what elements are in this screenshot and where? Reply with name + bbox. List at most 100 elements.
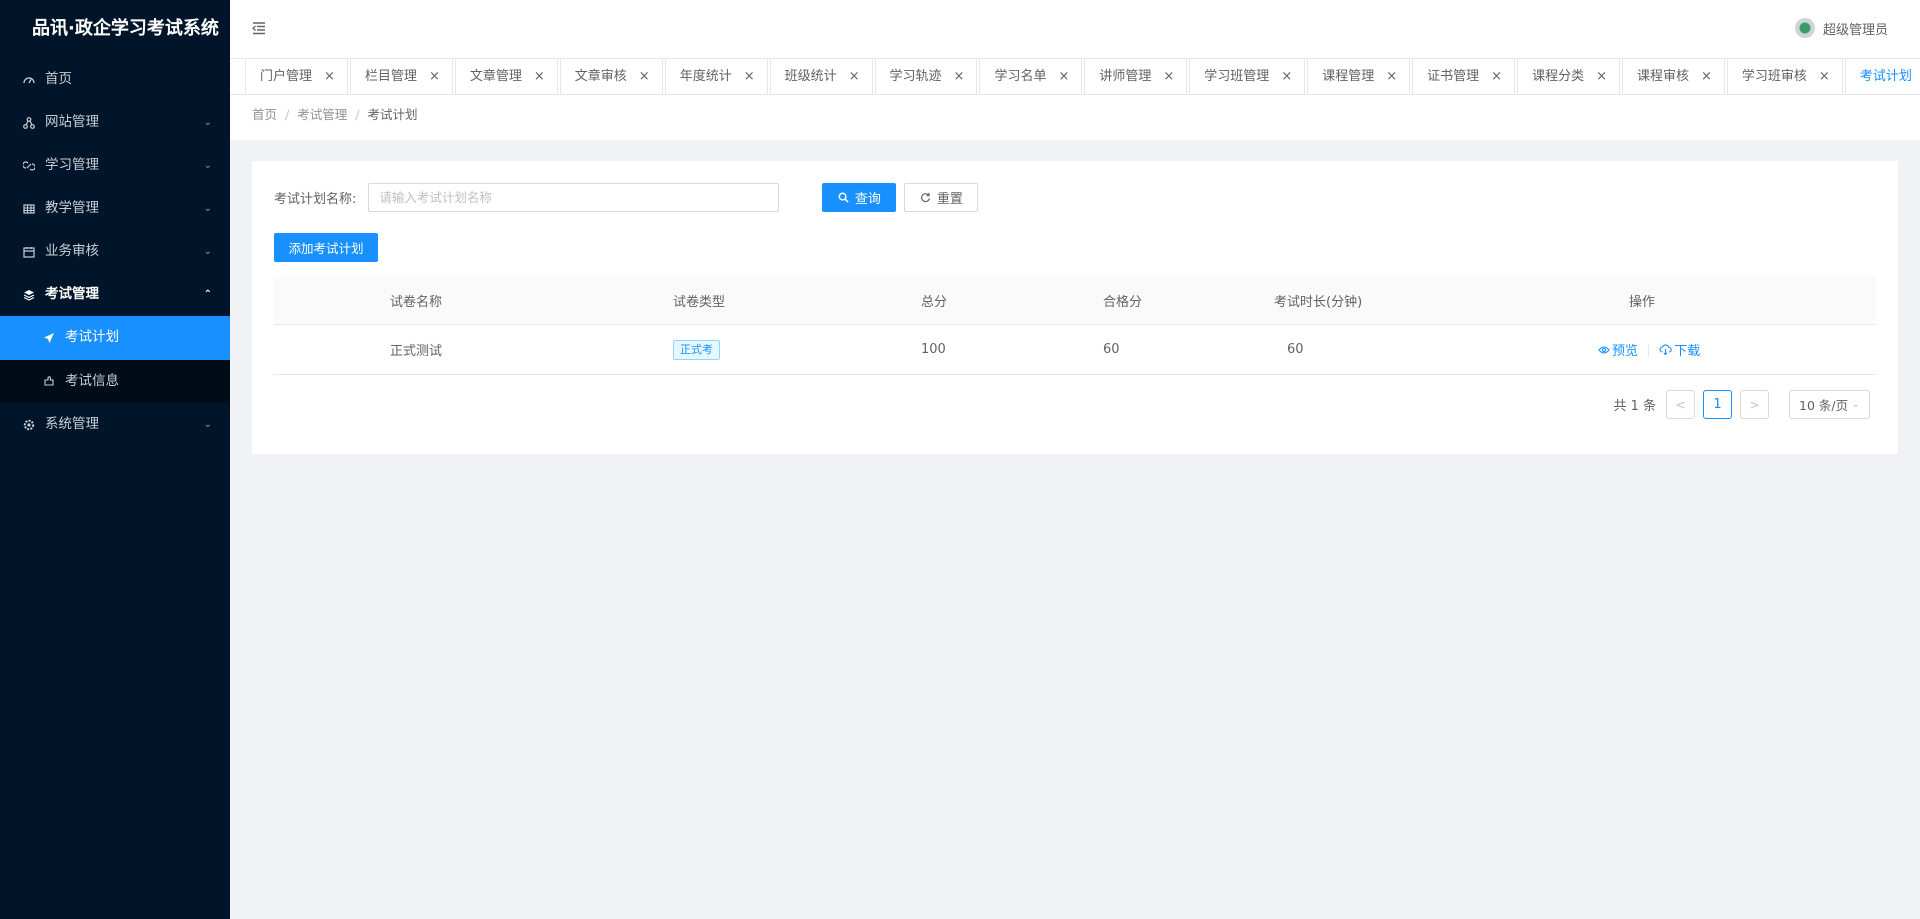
- download-label: 下载: [1674, 343, 1701, 359]
- sidebar-item-home[interactable]: 首页: [0, 58, 230, 101]
- tab-label: 学习班审核: [1741, 68, 1807, 84]
- tab-article-audit[interactable]: 文章审核 ×: [559, 58, 663, 94]
- tab-article[interactable]: 文章管理 ×: [454, 58, 558, 94]
- search-form: 考试计划名称: 查询 重置: [274, 183, 979, 212]
- sidebar-item-audit[interactable]: 业务审核 ⌄: [0, 230, 230, 273]
- close-icon[interactable]: ×: [639, 60, 650, 94]
- menu-fold-icon[interactable]: [250, 19, 270, 39]
- close-icon[interactable]: ×: [1819, 60, 1830, 94]
- send-icon: [42, 331, 55, 344]
- cloud-download-icon: [1659, 344, 1673, 355]
- pagination: 共 1 条 < 1 > 10 条/页 ⌄: [1613, 390, 1870, 419]
- close-icon[interactable]: ×: [534, 60, 545, 94]
- layers-icon: [22, 288, 35, 301]
- close-icon[interactable]: ×: [1058, 60, 1069, 94]
- tab-annual-stats[interactable]: 年度统计 ×: [664, 58, 768, 94]
- breadcrumb-current: 考试计划: [367, 107, 418, 122]
- exam-submenu: 考试计划 考试信息: [0, 316, 230, 403]
- search-button-label: 查询: [854, 191, 881, 206]
- sidebar-item-label: 业务审核: [45, 243, 99, 259]
- close-icon[interactable]: ×: [1386, 60, 1397, 94]
- breadcrumb: 首页 / 考试管理 / 考试计划: [230, 95, 1920, 140]
- tabs-bar: 门户管理 × 栏目管理 × 文章管理 × 文章审核 × 年度统计 × 班级统计 × 学习轨迹…: [230, 58, 1920, 95]
- actions-cell: 预览 下载: [1598, 340, 1700, 359]
- content-card: 考试计划名称: 查询 重置 添加考试计划 试卷名称 试卷类型 总分 合格分 考试…: [252, 161, 1898, 454]
- sidebar-item-exam[interactable]: 考试管理 ⌃: [0, 273, 230, 316]
- puzzle-icon: [42, 375, 55, 388]
- page-size-value: 10 条/页: [1799, 398, 1849, 413]
- tab-label: 考试计划: [1859, 68, 1912, 84]
- sidebar-item-system[interactable]: 系统管理 ⌄: [0, 403, 230, 446]
- tab-label: 课程管理: [1322, 68, 1375, 84]
- add-exam-plan-button[interactable]: 添加考试计划: [274, 233, 378, 262]
- chevron-down-icon: ⌄: [203, 117, 212, 128]
- tab-study-class[interactable]: 学习班管理 ×: [1189, 58, 1306, 94]
- search-icon: [838, 192, 849, 203]
- avatar: [1794, 18, 1815, 38]
- sidebar-item-website[interactable]: 网站管理 ⌄: [0, 101, 230, 144]
- page-size-select[interactable]: 10 条/页 ⌄: [1789, 390, 1870, 419]
- breadcrumb-parent[interactable]: 考试管理: [297, 107, 347, 122]
- close-icon[interactable]: ×: [324, 60, 335, 94]
- tab-portal[interactable]: 门户管理 ×: [245, 58, 348, 94]
- tab-certificate[interactable]: 证书管理 ×: [1412, 58, 1516, 94]
- reset-button[interactable]: 重置: [904, 183, 979, 212]
- close-icon[interactable]: ×: [1163, 60, 1174, 94]
- close-icon[interactable]: ×: [744, 60, 755, 94]
- page-number-button[interactable]: 1: [1703, 390, 1732, 419]
- total-score-cell: 100: [921, 342, 946, 357]
- chevron-left-icon: <: [1675, 397, 1686, 412]
- tab-label: 年度统计: [679, 68, 732, 84]
- tab-lecturer[interactable]: 讲师管理 ×: [1084, 58, 1188, 94]
- tab-learning-track[interactable]: 学习轨迹 ×: [874, 58, 978, 94]
- tab-label: 班级统计: [784, 68, 837, 84]
- search-label: 考试计划名称:: [274, 192, 357, 207]
- close-icon[interactable]: ×: [1701, 60, 1712, 94]
- tab-course-category[interactable]: 课程分类 ×: [1517, 58, 1620, 94]
- prev-page-button[interactable]: <: [1666, 390, 1695, 419]
- breadcrumb-separator: /: [355, 107, 360, 122]
- tab-course-audit[interactable]: 课程审核 ×: [1621, 58, 1725, 94]
- sidebar-item-exam-info[interactable]: 考试信息: [0, 360, 230, 404]
- sidebar-item-label: 学习管理: [45, 157, 99, 173]
- user-menu[interactable]: 超级管理员: [1794, 18, 1888, 38]
- close-icon[interactable]: ×: [1281, 60, 1292, 94]
- close-icon[interactable]: ×: [954, 60, 965, 94]
- download-link[interactable]: 下载: [1659, 340, 1700, 359]
- tab-exam-plan[interactable]: 考试计划×: [1844, 58, 1920, 94]
- tab-label: 学习轨迹: [889, 68, 942, 84]
- user-name: 超级管理员: [1822, 22, 1888, 38]
- link-icon: [22, 159, 35, 172]
- table-header: 试卷名称 试卷类型 总分 合格分 考试时长(分钟) 操作: [274, 277, 1876, 325]
- preview-link[interactable]: 预览: [1598, 340, 1638, 359]
- top-header: 超级管理员: [230, 0, 1920, 58]
- tab-learning-list[interactable]: 学习名单 ×: [979, 58, 1083, 94]
- tab-label: 证书管理: [1427, 68, 1480, 84]
- sidebar-item-exam-plan[interactable]: 考试计划: [0, 316, 230, 360]
- close-icon[interactable]: ×: [849, 60, 860, 94]
- tab-class-stats[interactable]: 班级统计 ×: [769, 58, 873, 94]
- exam-plan-table: 试卷名称 试卷类型 总分 合格分 考试时长(分钟) 操作 正式测试 正式考 10…: [274, 277, 1876, 375]
- dashboard-icon: [22, 73, 35, 86]
- tab-label: 学习班管理: [1204, 68, 1270, 84]
- tab-label: 门户管理: [260, 68, 313, 84]
- duration-cell: 60: [1287, 342, 1304, 357]
- sidebar-item-learning[interactable]: 学习管理 ⌄: [0, 144, 230, 187]
- tab-column[interactable]: 栏目管理 ×: [349, 58, 453, 94]
- close-icon[interactable]: ×: [1596, 60, 1607, 94]
- exam-type-tag: 正式考: [673, 339, 720, 360]
- close-icon[interactable]: ×: [429, 60, 440, 94]
- close-icon[interactable]: ×: [1491, 60, 1502, 94]
- tab-study-class-audit[interactable]: 学习班审核 ×: [1726, 58, 1843, 94]
- search-input[interactable]: [368, 183, 780, 212]
- breadcrumb-home[interactable]: 首页: [252, 107, 277, 122]
- tab-course[interactable]: 课程管理 ×: [1307, 58, 1411, 94]
- sidebar-item-teaching[interactable]: 教学管理 ⌄: [0, 187, 230, 230]
- search-button[interactable]: 查询: [822, 183, 897, 212]
- chevron-down-icon: ⌄: [203, 419, 212, 430]
- settings-icon: [22, 418, 35, 431]
- app-title: 品讯·政企学习考试系统: [32, 18, 219, 39]
- next-page-button[interactable]: >: [1740, 390, 1769, 419]
- chevron-right-icon: >: [1749, 397, 1760, 412]
- tab-label: 课程审核: [1636, 68, 1689, 84]
